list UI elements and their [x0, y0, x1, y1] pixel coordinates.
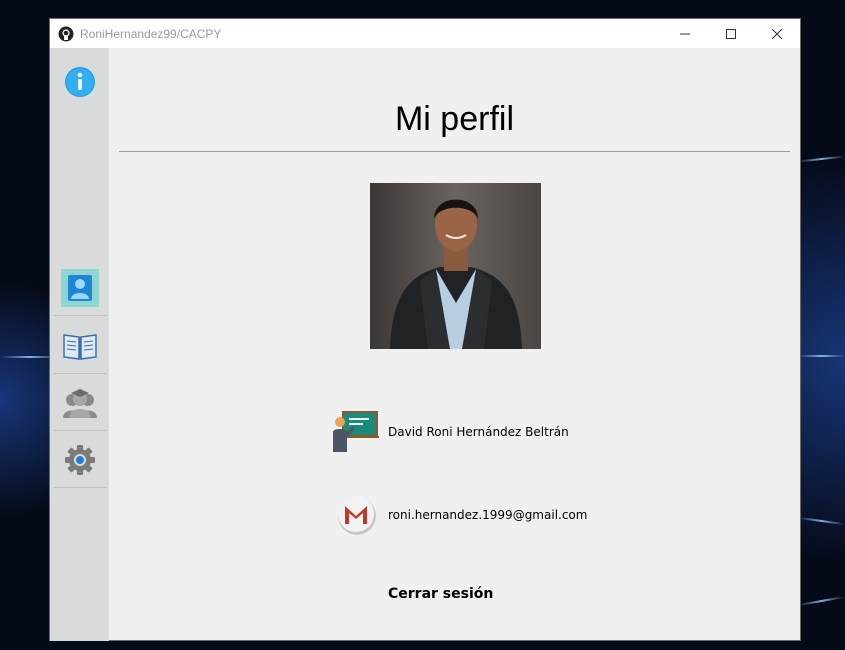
sidebar-item-info[interactable]: [64, 66, 96, 98]
title-divider: [119, 151, 790, 152]
close-icon: [772, 28, 782, 39]
teacher-icon: [333, 411, 379, 452]
sidebar-item-students[interactable]: [54, 375, 106, 431]
active-item-highlight: [61, 268, 99, 307]
profile-name: David Roni Hernández Beltrán: [388, 425, 569, 439]
user-profile-icon: [68, 274, 92, 301]
app-window: RoniHernandez99/CACPY Mi perfil David Ro…: [49, 18, 801, 641]
github-icon: [58, 26, 74, 41]
sidebar-item-profile[interactable]: [54, 260, 106, 316]
open-book-icon: [63, 333, 97, 360]
maximize-icon: [726, 28, 736, 39]
page-title: Mi perfil: [394, 100, 515, 138]
title-bar[interactable]: RoniHernandez99/CACPY: [50, 19, 800, 48]
window-title: RoniHernandez99/CACPY: [80, 26, 222, 41]
gear-icon: [65, 444, 95, 475]
graduates-icon: [63, 388, 97, 418]
gmail-icon: [338, 496, 376, 535]
sidebar: [50, 48, 109, 641]
minimize-icon: [680, 33, 690, 34]
main-content: Mi perfil David Roni Hernández Beltrán r…: [109, 48, 800, 640]
sidebar-item-courses[interactable]: [54, 318, 106, 374]
logout-button[interactable]: Cerrar sesión: [388, 586, 493, 602]
maximize-button[interactable]: [708, 19, 754, 48]
minimize-button[interactable]: [662, 19, 708, 48]
profile-email: roni.hernandez.1999@gmail.com: [388, 508, 588, 522]
profile-photo: [370, 183, 541, 349]
sidebar-item-settings[interactable]: [54, 432, 106, 488]
close-button[interactable]: [754, 19, 800, 48]
info-icon: [65, 67, 95, 97]
